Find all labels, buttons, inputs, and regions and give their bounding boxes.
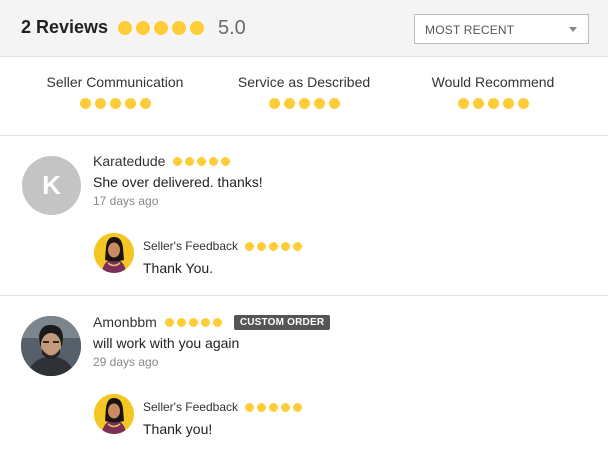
star-icon xyxy=(188,317,198,327)
criterion-stars xyxy=(219,98,389,109)
criterion-stars xyxy=(30,98,200,109)
star-icon xyxy=(212,317,222,327)
star-icon xyxy=(293,402,303,412)
overall-score: 5.0 xyxy=(218,17,246,39)
sort-dropdown[interactable]: MOST RECENT xyxy=(414,14,589,44)
star-icon xyxy=(136,21,150,35)
star-icon xyxy=(190,21,204,35)
star-icon xyxy=(269,402,279,412)
seller-feedback-text: Thank You. xyxy=(143,260,214,276)
chevron-down-icon xyxy=(569,27,577,32)
star-icon xyxy=(245,241,255,251)
custom-order-badge: CUSTOM ORDER xyxy=(233,314,331,330)
avatar[interactable] xyxy=(21,316,81,376)
star-icon xyxy=(283,98,295,109)
star-icon xyxy=(154,21,168,35)
review-time: 17 days ago xyxy=(93,194,159,208)
star-icon xyxy=(124,98,136,109)
reviewer-line: Karatedude xyxy=(93,153,231,169)
criterion-label: Would Recommend xyxy=(431,74,555,90)
seller-feedback-stars xyxy=(245,241,303,251)
sort-selected-value: MOST RECENT xyxy=(425,23,515,37)
star-icon xyxy=(185,156,195,166)
seller-avatar xyxy=(94,394,134,434)
criterion-would-recommend: Would Recommend xyxy=(408,74,578,109)
star-icon xyxy=(257,241,267,251)
criterion-label: Seller Communication xyxy=(46,74,184,90)
star-icon xyxy=(281,241,291,251)
star-icon xyxy=(200,317,210,327)
seller-avatar xyxy=(94,233,134,273)
seller-feedback-line: Seller's Feedback xyxy=(143,400,303,414)
star-icon xyxy=(502,98,514,109)
star-icon xyxy=(118,21,132,35)
star-icon xyxy=(173,156,183,166)
review-item: K Karatedude She over delivered. thanks!… xyxy=(0,136,608,296)
star-icon xyxy=(94,98,106,109)
star-icon xyxy=(172,21,186,35)
seller-feedback-stars xyxy=(245,402,303,412)
overall-rating-stars xyxy=(118,21,204,35)
star-icon xyxy=(328,98,340,109)
star-icon xyxy=(293,241,303,251)
star-icon xyxy=(164,317,174,327)
review-time: 29 days ago xyxy=(93,355,159,369)
reviewer-name[interactable]: Amonbbm xyxy=(93,314,157,330)
star-icon xyxy=(268,98,280,109)
criterion-label: Service as Described xyxy=(237,74,371,90)
review-text: will work with you again xyxy=(93,335,240,351)
reviews-count-title: 2 Reviews xyxy=(21,17,109,37)
criterion-stars xyxy=(408,98,578,109)
star-icon xyxy=(197,156,207,166)
reviewer-name[interactable]: Karatedude xyxy=(93,153,165,169)
review-text: She over delivered. thanks! xyxy=(93,174,263,190)
star-icon xyxy=(245,402,255,412)
star-icon xyxy=(109,98,121,109)
seller-feedback-text: Thank you! xyxy=(143,421,213,437)
star-icon xyxy=(487,98,499,109)
star-icon xyxy=(472,98,484,109)
star-icon xyxy=(269,241,279,251)
seller-feedback-line: Seller's Feedback xyxy=(143,239,303,253)
seller-feedback-label: Seller's Feedback xyxy=(143,400,239,414)
seller-feedback-label: Seller's Feedback xyxy=(143,239,239,253)
star-icon xyxy=(281,402,291,412)
criterion-service-as-described: Service as Described xyxy=(219,74,389,109)
review-stars xyxy=(173,156,231,166)
review-stars xyxy=(164,317,222,327)
star-icon xyxy=(209,156,219,166)
star-icon xyxy=(139,98,151,109)
star-icon xyxy=(176,317,186,327)
rating-criteria: Seller Communication Service as Describe… xyxy=(0,57,608,136)
star-icon xyxy=(298,98,310,109)
reviewer-line: Amonbbm CUSTOM ORDER xyxy=(93,314,331,330)
star-icon xyxy=(457,98,469,109)
criterion-seller-communication: Seller Communication xyxy=(30,74,200,109)
star-icon xyxy=(79,98,91,109)
star-icon xyxy=(257,402,267,412)
reviews-header: 2 Reviews 5.0 MOST RECENT xyxy=(0,0,608,57)
avatar[interactable]: K xyxy=(22,156,81,215)
star-icon xyxy=(517,98,529,109)
review-item: Amonbbm CUSTOM ORDER will work with you … xyxy=(0,297,608,454)
star-icon xyxy=(221,156,231,166)
star-icon xyxy=(313,98,325,109)
